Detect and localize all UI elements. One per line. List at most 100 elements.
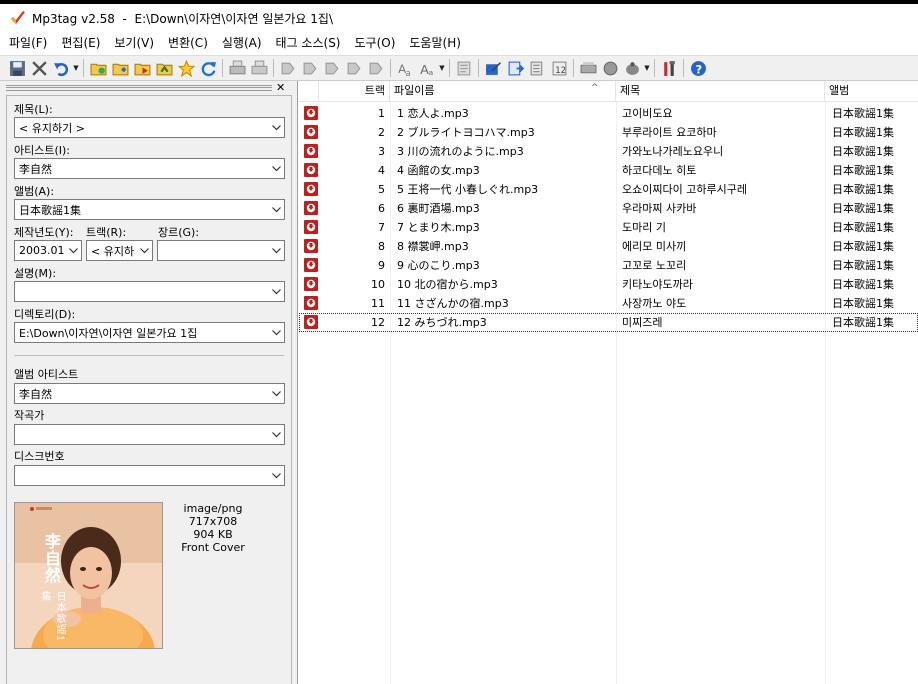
help-button[interactable]: ? <box>687 57 709 79</box>
window-title: Mp3tag v2.58 - E:\Down\이자연\이자연 일본가요 1집\ <box>32 11 334 26</box>
cell-album: 日本歌謡1集 <box>832 297 894 310</box>
chevron-down-icon[interactable] <box>268 200 284 219</box>
chevron-down-icon[interactable] <box>268 323 284 342</box>
menu-tag-sources[interactable]: 태그 소스(S) <box>271 33 346 53</box>
remove-tag-button[interactable] <box>28 57 50 79</box>
column-header-album[interactable]: 앨범 <box>825 81 918 101</box>
auto-numbering-button[interactable]: Aa <box>394 57 416 79</box>
chevron-down-icon[interactable] <box>268 241 284 260</box>
cell-album: 日本歌謡1集 <box>832 221 894 234</box>
panel-close-icon[interactable]: ✕ <box>276 81 285 94</box>
freedb-button[interactable] <box>577 57 599 79</box>
table-row[interactable]: 1 1 恋人よ.mp3 고이비도요 日本歌謡1集 <box>299 104 918 123</box>
chevron-down-icon[interactable] <box>268 425 284 444</box>
change-directory-button[interactable] <box>87 57 109 79</box>
cover-art-image[interactable]: 李自然 日本歌謡1集 <box>14 502 163 649</box>
cell-title: 키타노야도까라 <box>622 278 693 291</box>
album-combo[interactable]: 日本歌謡1集 <box>14 199 285 220</box>
refresh-icon <box>201 61 216 76</box>
tag-source-button[interactable] <box>621 57 643 79</box>
case-conversion-icon: Aa <box>420 62 433 76</box>
case-conversion-dropdown-arrow[interactable]: ▼ <box>438 64 446 72</box>
chevron-down-icon[interactable] <box>136 241 152 260</box>
numbering-wizard-button[interactable]: 12 <box>548 57 570 79</box>
composer-combo[interactable] <box>14 424 285 445</box>
panel-grip[interactable] <box>6 85 272 91</box>
table-row[interactable]: 5 5 王将一代 小春しぐれ.mp3 오쇼이찌다이 고하루시구레 日本歌謡1集 <box>299 180 918 199</box>
add-directory-icon <box>112 63 128 75</box>
genre-combo[interactable] <box>157 240 285 261</box>
menu-bar: 파일(F) 편집(E) 보기(V) 변환(C) 실행(A) 태그 소스(S) 도… <box>0 32 918 54</box>
svg-text:a: a <box>428 67 433 76</box>
menu-file[interactable]: 파일(F) <box>4 33 52 53</box>
directory-combo-value: E:\Down\이자연\이자연 일본가요 1집 <box>19 326 198 340</box>
title-combo-value: < 유지하기 > <box>19 121 85 135</box>
directory-combo[interactable]: E:\Down\이자연\이자연 일본가요 1집 <box>14 322 285 343</box>
extended-tags-button[interactable] <box>453 57 475 79</box>
mp3-file-icon <box>304 201 318 215</box>
table-row[interactable]: 7 7 とまり木.mp3 도마리 기 日本歌謡1集 <box>299 218 918 237</box>
filename-to-tag-button[interactable] <box>299 57 321 79</box>
chevron-down-icon[interactable] <box>268 282 284 301</box>
add-directory-button[interactable] <box>109 57 131 79</box>
options-button[interactable] <box>658 57 680 79</box>
chevron-down-icon[interactable] <box>268 466 284 485</box>
cell-track: 5 <box>378 183 385 196</box>
table-row[interactable]: 3 3 川の流れのように.mp3 가와노나가레노요우니 日本歌謡1集 <box>299 142 918 161</box>
comment-combo[interactable] <box>14 281 285 302</box>
table-row[interactable]: 10 10 北の宿から.mp3 키타노야도까라 日本歌謡1集 <box>299 275 918 294</box>
table-row[interactable]: 9 9 心のこり.mp3 고꼬로 노꼬리 日本歌謡1集 <box>299 256 918 275</box>
chevron-down-icon[interactable] <box>268 159 284 178</box>
print-preview-button[interactable] <box>248 57 270 79</box>
chevron-down-icon[interactable] <box>268 384 284 403</box>
toolbar-separator <box>573 59 574 77</box>
undo-dropdown-arrow[interactable]: ▼ <box>72 64 80 72</box>
file-list[interactable]: 트랙 ^ 파일이름 제목 앨범 11 恋人よ.mp3 고이비도요 日本歌謡1集 2 2 … <box>299 81 918 684</box>
case-conversion-button[interactable]: Aa <box>416 57 438 79</box>
tag-source-dropdown-arrow[interactable]: ▼ <box>643 64 651 72</box>
export-button[interactable] <box>504 57 526 79</box>
column-header-icon[interactable] <box>299 81 319 101</box>
menu-tools[interactable]: 도구(O) <box>350 33 401 53</box>
edit-tag-icon <box>485 61 501 75</box>
refresh-button[interactable] <box>197 57 219 79</box>
tag-to-tag-button[interactable] <box>365 57 387 79</box>
save-button[interactable] <box>6 57 28 79</box>
artist-combo[interactable]: 李自然 <box>14 158 285 179</box>
menu-convert[interactable]: 변환(C) <box>163 33 213 53</box>
year-combo[interactable]: 2003.01. <box>14 240 82 261</box>
menu-actions[interactable]: 실행(A) <box>217 33 267 53</box>
chevron-down-icon[interactable] <box>65 241 81 260</box>
menu-help[interactable]: 도움말(H) <box>404 33 466 53</box>
table-row[interactable]: 11 11 さざんかの宿.mp3 사장까노 야도 日本歌謡1集 <box>299 294 918 313</box>
undo-button[interactable] <box>50 57 72 79</box>
cell-track: 9 <box>378 259 385 272</box>
column-header-title[interactable]: 제목 <box>616 81 825 101</box>
web-source-button[interactable] <box>599 57 621 79</box>
artist-combo-value: 李自然 <box>19 162 52 176</box>
playlist-button[interactable] <box>526 57 548 79</box>
track-combo[interactable]: < 유지하 <box>86 240 153 261</box>
table-row[interactable]: 12 12 みちづれ.mp3 미찌즈레 日本歌謡1集 <box>299 313 918 332</box>
open-folder-button[interactable] <box>131 57 153 79</box>
column-header-filename[interactable]: ^ 파일이름 <box>390 81 616 101</box>
favorites-button[interactable] <box>175 57 197 79</box>
filename-to-filename-button[interactable] <box>321 57 343 79</box>
column-header-filename-label: 파일이름 <box>394 84 435 97</box>
chevron-down-icon[interactable] <box>268 118 284 137</box>
edit-tag-button[interactable] <box>482 57 504 79</box>
disc-number-combo[interactable] <box>14 465 285 486</box>
table-row[interactable]: 4 4 函館の女.mp3 하코다데노 히토 日本歌謡1集 <box>299 161 918 180</box>
menu-edit[interactable]: 편집(E) <box>56 33 105 53</box>
print-button[interactable] <box>226 57 248 79</box>
table-row[interactable]: 2 2 ブルライトヨコハマ.mp3 부루라이트 요코하마 日本歌謡1集 <box>299 123 918 142</box>
column-header-track[interactable]: 트랙 <box>319 81 390 101</box>
album-artist-combo[interactable]: 李自然 <box>14 383 285 404</box>
table-row[interactable]: 6 6 裏町酒場.mp3 우라마찌 사카바 日本歌謡1集 <box>299 199 918 218</box>
menu-view[interactable]: 보기(V) <box>109 33 159 53</box>
folder-up-button[interactable] <box>153 57 175 79</box>
tag-to-filename-button[interactable] <box>277 57 299 79</box>
text-file-to-tag-button[interactable] <box>343 57 365 79</box>
title-combo[interactable]: < 유지하기 > <box>14 117 285 138</box>
table-row[interactable]: 8 8 襟裳岬.mp3 에리모 미사끼 日本歌謡1集 <box>299 237 918 256</box>
